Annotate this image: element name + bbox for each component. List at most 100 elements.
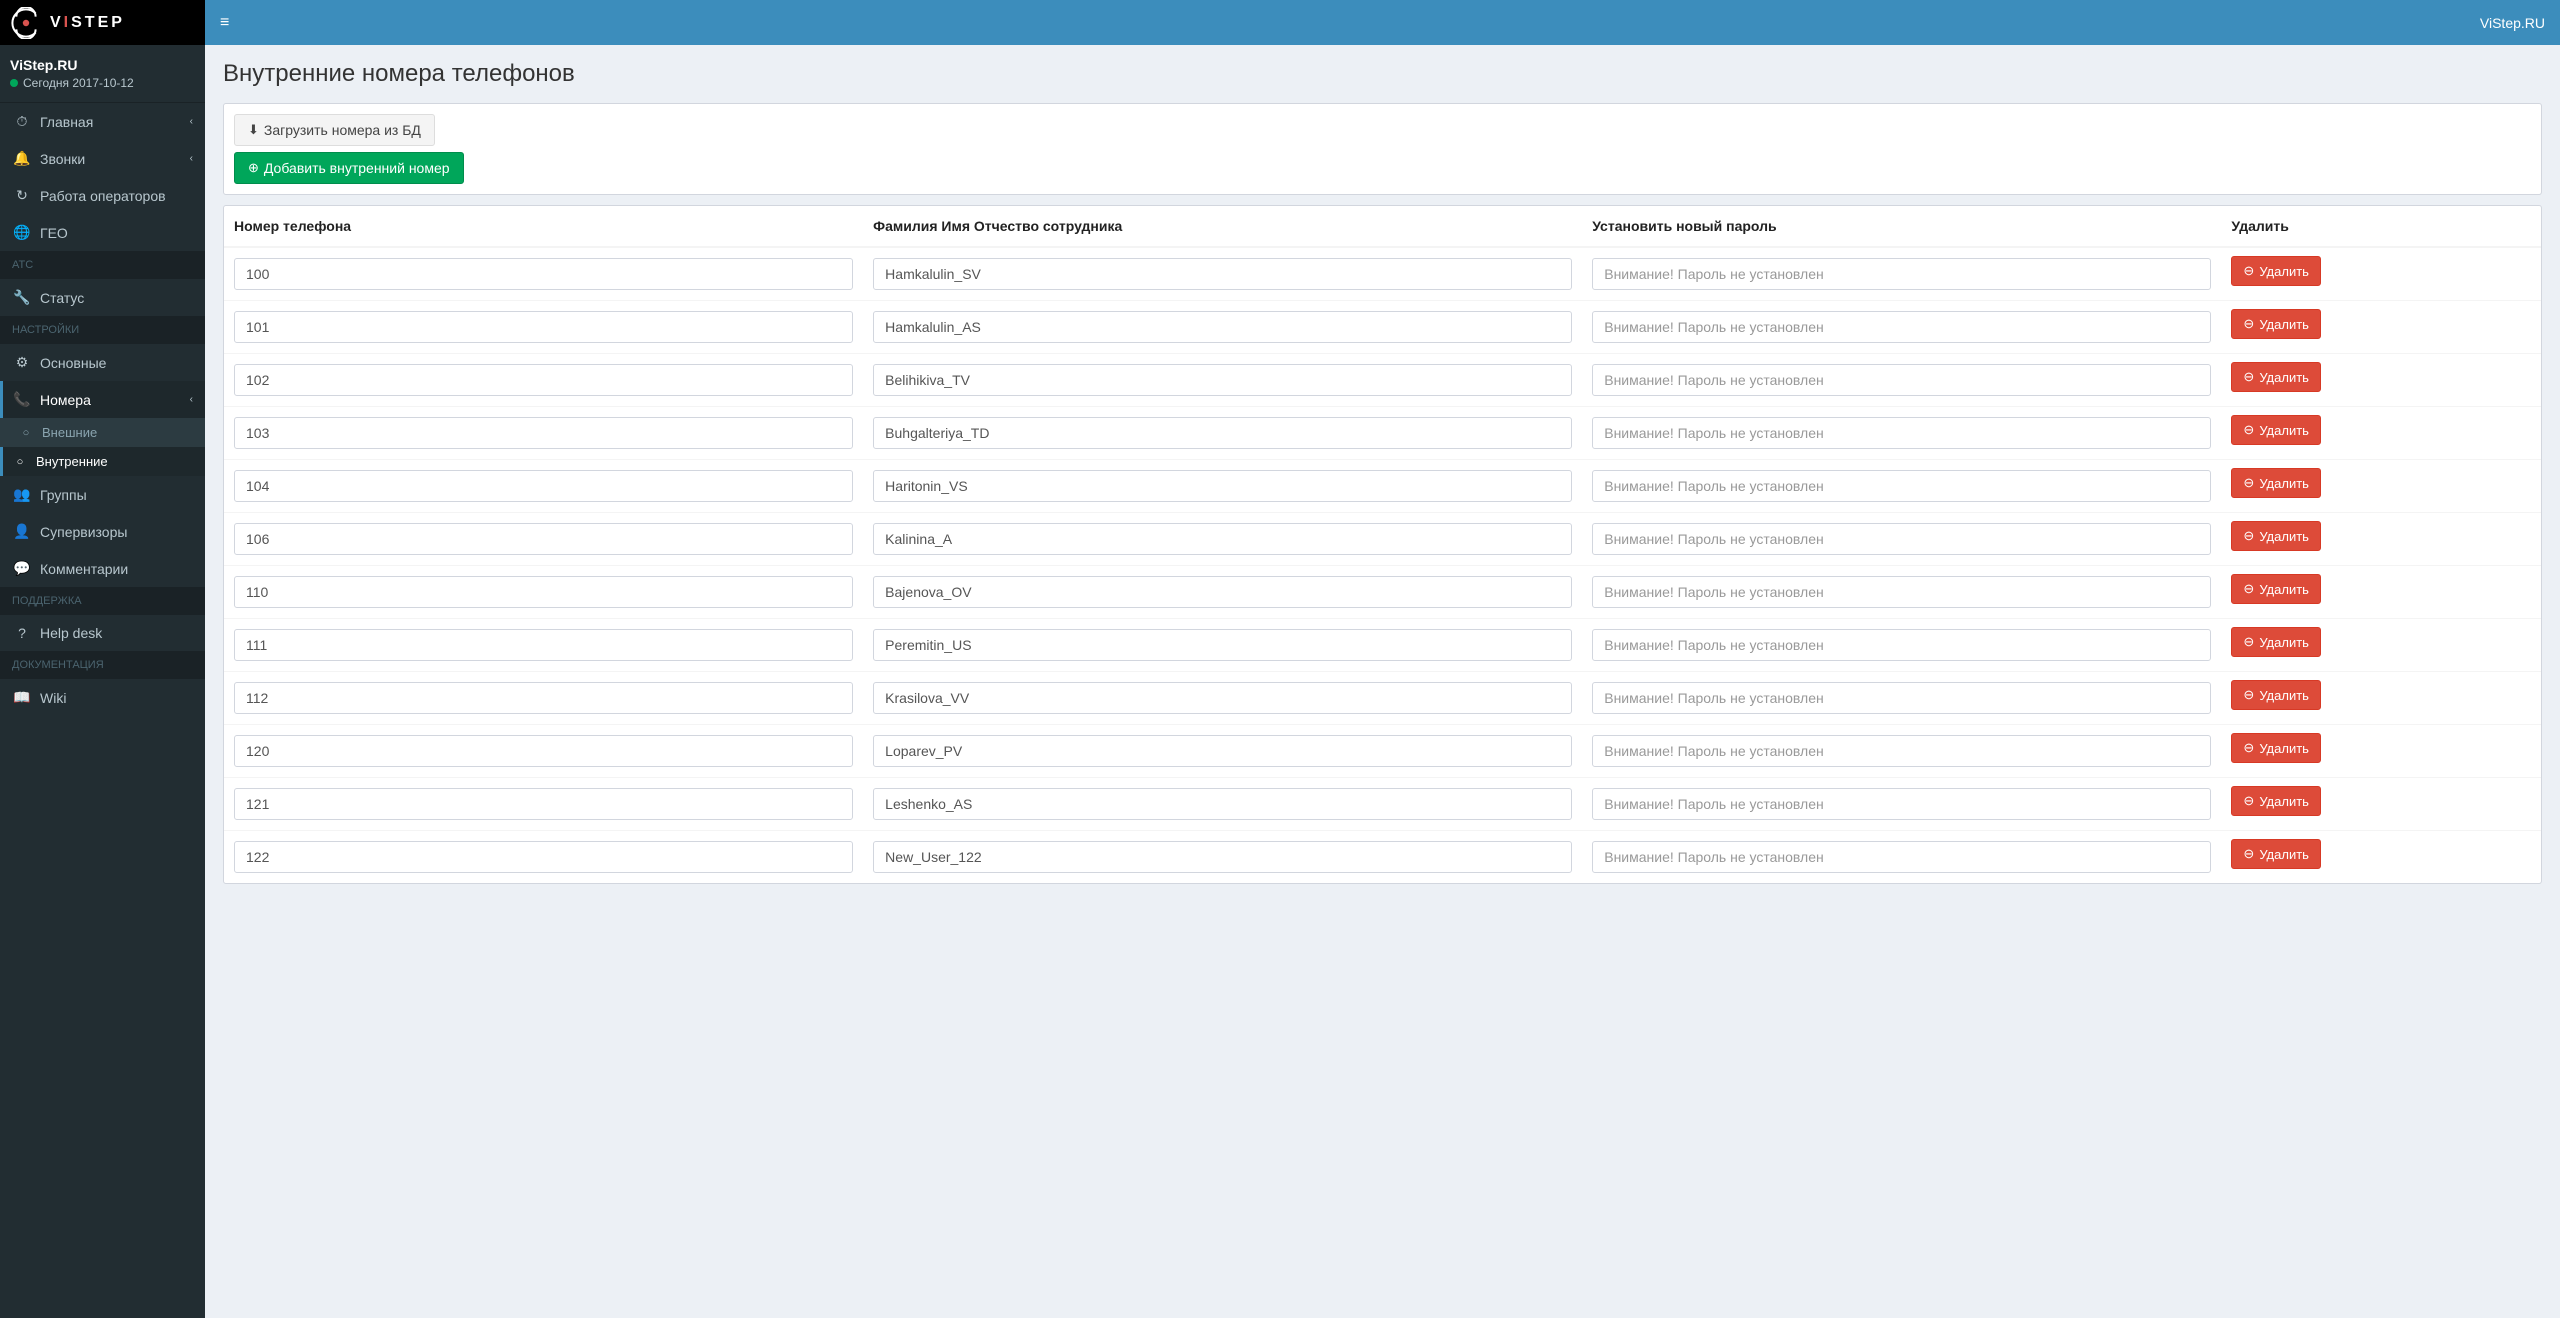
name-input[interactable]: [873, 258, 1572, 290]
sidebar-item-basic[interactable]: ⚙Основные: [0, 344, 205, 381]
delete-button[interactable]: ⊖Удалить: [2231, 574, 2321, 604]
numbers-table: Номер телефона Фамилия Имя Отчество сотр…: [224, 206, 2541, 883]
phone-input[interactable]: [234, 417, 853, 449]
password-input[interactable]: [1592, 682, 2211, 714]
sidebar-item-supervisors[interactable]: 👤Супервизоры: [0, 513, 205, 550]
name-input[interactable]: [873, 841, 1572, 873]
password-input[interactable]: [1592, 841, 2211, 873]
sidebar-item-main[interactable]: ⏱Главная‹: [0, 103, 205, 140]
sidebar-subitem-external[interactable]: ○Внешние: [0, 418, 205, 447]
sidebar: VISTEP ViStep.RU Сегодня 2017-10-12 ⏱Гла…: [0, 0, 205, 1318]
delete-button[interactable]: ⊖Удалить: [2231, 786, 2321, 816]
phone-input[interactable]: [234, 735, 853, 767]
phone-input[interactable]: [234, 682, 853, 714]
minus-circle-icon: ⊖: [2243, 369, 2254, 385]
user-name: ViStep.RU: [10, 57, 195, 73]
name-input[interactable]: [873, 788, 1572, 820]
phone-input[interactable]: [234, 523, 853, 555]
delete-button[interactable]: ⊖Удалить: [2231, 415, 2321, 445]
name-input[interactable]: [873, 417, 1572, 449]
users-icon: 👥: [12, 486, 32, 503]
minus-circle-icon: ⊖: [2243, 581, 2254, 597]
brand-link[interactable]: ViStep.RU: [2480, 15, 2545, 31]
phone-input[interactable]: [234, 311, 853, 343]
user-status: Сегодня 2017-10-12: [10, 76, 195, 90]
phone-input[interactable]: [234, 364, 853, 396]
name-input[interactable]: [873, 470, 1572, 502]
password-input[interactable]: [1592, 735, 2211, 767]
sidebar-item-helpdesk[interactable]: ?Help desk: [0, 615, 205, 651]
sidebar-submenu-numbers: ○Внешние ○Внутренние: [0, 418, 205, 476]
sidebar-item-operators[interactable]: ↻Работа операторов: [0, 177, 205, 214]
password-input[interactable]: [1592, 364, 2211, 396]
sidebar-subitem-internal[interactable]: ○Внутренние: [0, 447, 205, 476]
sidebar-header-atc: АТС: [0, 251, 205, 279]
password-input[interactable]: [1592, 788, 2211, 820]
delete-button[interactable]: ⊖Удалить: [2231, 362, 2321, 392]
password-input[interactable]: [1592, 576, 2211, 608]
phone-input[interactable]: [234, 258, 853, 290]
sidebar-item-calls[interactable]: 🔔Звонки‹: [0, 140, 205, 177]
table-row: ⊖Удалить: [224, 300, 2541, 353]
delete-button[interactable]: ⊖Удалить: [2231, 733, 2321, 763]
phone-input[interactable]: [234, 841, 853, 873]
content-header: Внутренние номера телефонов: [205, 45, 2560, 88]
table-row: ⊖Удалить: [224, 618, 2541, 671]
name-input[interactable]: [873, 682, 1572, 714]
name-input[interactable]: [873, 576, 1572, 608]
name-input[interactable]: [873, 523, 1572, 555]
sidebar-header-docs: ДОКУМЕНТАЦИЯ: [0, 651, 205, 679]
status-dot-icon: [10, 79, 18, 87]
minus-circle-icon: ⊖: [2243, 316, 2254, 332]
password-input[interactable]: [1592, 470, 2211, 502]
minus-circle-icon: ⊖: [2243, 475, 2254, 491]
name-input[interactable]: [873, 735, 1572, 767]
load-from-db-button[interactable]: ⬇ Загрузить номера из БД: [234, 114, 435, 146]
user-status-text: Сегодня 2017-10-12: [23, 76, 134, 90]
name-input[interactable]: [873, 311, 1572, 343]
table-row: ⊖Удалить: [224, 671, 2541, 724]
name-input[interactable]: [873, 629, 1572, 661]
col-header-delete: Удалить: [2221, 206, 2541, 247]
password-input[interactable]: [1592, 523, 2211, 555]
sidebar-item-geo[interactable]: 🌐ГЕО: [0, 214, 205, 251]
name-input[interactable]: [873, 364, 1572, 396]
phone-input[interactable]: [234, 470, 853, 502]
menu-toggle-icon[interactable]: ≡: [220, 14, 229, 32]
delete-button[interactable]: ⊖Удалить: [2231, 839, 2321, 869]
sidebar-header-support: ПОДДЕРЖКА: [0, 587, 205, 615]
delete-button[interactable]: ⊖Удалить: [2231, 468, 2321, 498]
minus-circle-icon: ⊖: [2243, 528, 2254, 544]
add-number-button[interactable]: ⊕ Добавить внутренний номер: [234, 152, 464, 184]
delete-button[interactable]: ⊖Удалить: [2231, 680, 2321, 710]
refresh-icon: ↻: [12, 187, 32, 204]
password-input[interactable]: [1592, 258, 2211, 290]
sidebar-menu: ⏱Главная‹ 🔔Звонки‹ ↻Работа операторов 🌐Г…: [0, 103, 205, 716]
book-icon: 📖: [12, 689, 32, 706]
sidebar-item-groups[interactable]: 👥Группы: [0, 476, 205, 513]
logo[interactable]: VISTEP: [0, 0, 205, 45]
table-row: ⊖Удалить: [224, 724, 2541, 777]
wrench-icon: 🔧: [12, 289, 32, 306]
password-input[interactable]: [1592, 417, 2211, 449]
action-box: ⬇ Загрузить номера из БД ⊕ Добавить внут…: [223, 103, 2542, 195]
minus-circle-icon: ⊖: [2243, 846, 2254, 862]
table-box: Номер телефона Фамилия Имя Отчество сотр…: [223, 205, 2542, 884]
delete-button[interactable]: ⊖Удалить: [2231, 627, 2321, 657]
sidebar-item-numbers[interactable]: 📞Номера‹: [0, 381, 205, 418]
password-input[interactable]: [1592, 311, 2211, 343]
delete-button[interactable]: ⊖Удалить: [2231, 256, 2321, 286]
password-input[interactable]: [1592, 629, 2211, 661]
table-row: ⊖Удалить: [224, 247, 2541, 300]
sidebar-item-comments[interactable]: 💬Комментарии: [0, 550, 205, 587]
sidebar-item-wiki[interactable]: 📖Wiki: [0, 679, 205, 716]
logo-text: VISTEP: [50, 14, 125, 32]
chevron-left-icon: ‹: [190, 153, 193, 164]
phone-input[interactable]: [234, 629, 853, 661]
minus-circle-icon: ⊖: [2243, 687, 2254, 703]
phone-input[interactable]: [234, 788, 853, 820]
delete-button[interactable]: ⊖Удалить: [2231, 521, 2321, 551]
delete-button[interactable]: ⊖Удалить: [2231, 309, 2321, 339]
phone-input[interactable]: [234, 576, 853, 608]
sidebar-item-status[interactable]: 🔧Статус: [0, 279, 205, 316]
